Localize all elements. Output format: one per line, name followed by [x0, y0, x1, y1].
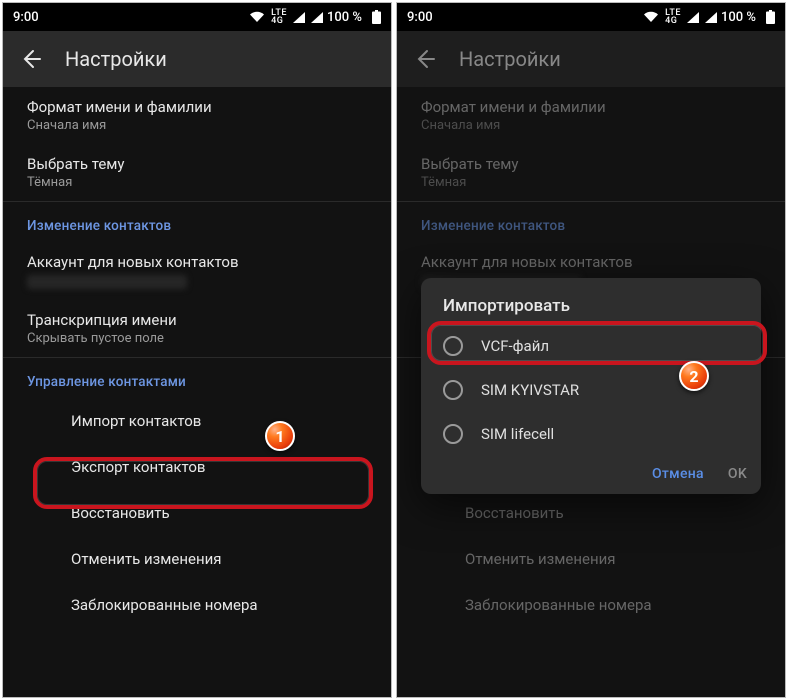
dialog-actions: Отмена OK: [421, 456, 761, 488]
item-name-format[interactable]: Формат имени и фамилии Сначала имя: [3, 87, 391, 144]
radio-icon: [443, 380, 463, 400]
setting-label: Аккаунт для новых контактов: [421, 253, 761, 271]
setting-label: Восстановить: [465, 504, 761, 522]
item-transcription[interactable]: Транскрипция имени Скрывать пустое поле: [3, 300, 391, 357]
setting-label: Аккаунт для новых контактов: [27, 253, 367, 271]
item-name-format: Формат имени и фамилии Сначала имя: [397, 87, 785, 144]
page-title: Настройки: [459, 47, 561, 71]
item-blocked-numbers[interactable]: Заблокированные номера: [3, 582, 391, 628]
setting-sublabel: Тёмная: [27, 175, 367, 190]
setting-label: Выбрать тему: [421, 155, 761, 173]
setting-label: Экспорт контактов: [71, 458, 367, 476]
setting-label: Формат имени и фамилии: [27, 98, 367, 116]
app-bar: Настройки: [397, 31, 785, 87]
lte-icon: LTE4G: [665, 9, 681, 25]
phone-right: 9:00 LTE4G 100 % Настройки Формат имени …: [396, 2, 786, 698]
back-icon[interactable]: [17, 45, 45, 73]
setting-sublabel: Скрывать пустое поле: [27, 331, 367, 346]
setting-label: Восстановить: [71, 504, 367, 522]
section-edit-contacts: Изменение контактов: [397, 202, 785, 242]
status-bar: 9:00 LTE4G 100 %: [397, 3, 785, 31]
wifi-icon: [249, 11, 265, 23]
setting-label: Выбрать тему: [27, 155, 367, 173]
setting-label: Заблокированные номера: [465, 596, 761, 614]
setting-label: Отменить изменения: [465, 550, 761, 568]
phone-left: 9:00 LTE4G 100 % Настройки Формат имени …: [2, 2, 392, 698]
setting-sublabel: Сначала имя: [421, 118, 761, 133]
import-option-sim2[interactable]: SIM lifecell: [421, 412, 761, 456]
option-label: VCF-файл: [481, 337, 549, 355]
radio-icon: [443, 336, 463, 356]
status-bar: 9:00 LTE4G 100 %: [3, 3, 391, 31]
setting-label: Заблокированные номера: [71, 596, 367, 614]
setting-label: Импорт контактов: [71, 412, 367, 430]
setting-sublabel: Тёмная: [421, 175, 761, 190]
signal-icon-2: [311, 12, 323, 23]
redacted-email: [27, 275, 187, 289]
item-undo-changes[interactable]: Отменить изменения: [3, 536, 391, 582]
battery-icon: [372, 10, 381, 24]
item-account[interactable]: Аккаунт для новых контактов: [3, 242, 391, 300]
status-time: 9:00: [407, 10, 433, 25]
item-export-contacts[interactable]: Экспорт контактов: [3, 444, 391, 490]
page-title: Настройки: [65, 47, 167, 71]
settings-list[interactable]: Формат имени и фамилии Сначала имя Выбра…: [3, 87, 391, 628]
item-theme[interactable]: Выбрать тему Тёмная: [3, 144, 391, 201]
radio-icon: [443, 424, 463, 444]
app-bar: Настройки: [3, 31, 391, 87]
status-time: 9:00: [13, 10, 39, 25]
option-label: SIM lifecell: [481, 425, 554, 443]
back-icon: [411, 45, 439, 73]
dialog-title: Импортировать: [421, 296, 761, 324]
item-blocked-numbers: Заблокированные номера: [397, 582, 785, 628]
import-dialog: Импортировать VCF-файл SIM KYIVSTAR SIM …: [421, 278, 761, 494]
lte-icon: LTE4G: [271, 9, 287, 25]
battery-icon: [766, 10, 775, 24]
section-edit-contacts: Изменение контактов: [3, 202, 391, 242]
signal-icon-1: [687, 12, 699, 23]
import-option-vcf[interactable]: VCF-файл: [421, 324, 761, 368]
item-restore[interactable]: Восстановить: [3, 490, 391, 536]
battery-pct: 100 %: [327, 10, 362, 25]
item-theme: Выбрать тему Тёмная: [397, 144, 785, 201]
setting-sublabel: Сначала имя: [27, 118, 367, 133]
signal-icon-1: [293, 12, 305, 23]
ok-button[interactable]: OK: [728, 466, 747, 482]
signal-icon-2: [705, 12, 717, 23]
wifi-icon: [643, 11, 659, 23]
setting-label: Транскрипция имени: [27, 311, 367, 329]
section-manage-contacts: Управление контактами: [3, 358, 391, 398]
battery-pct: 100 %: [721, 10, 756, 25]
item-restore: Восстановить: [397, 490, 785, 536]
setting-label: Формат имени и фамилии: [421, 98, 761, 116]
item-import-contacts[interactable]: Импорт контактов: [3, 398, 391, 444]
option-label: SIM KYIVSTAR: [481, 381, 579, 399]
import-option-sim1[interactable]: SIM KYIVSTAR: [421, 368, 761, 412]
setting-label: Отменить изменения: [71, 550, 367, 568]
cancel-button[interactable]: Отмена: [652, 466, 704, 482]
item-undo-changes: Отменить изменения: [397, 536, 785, 582]
